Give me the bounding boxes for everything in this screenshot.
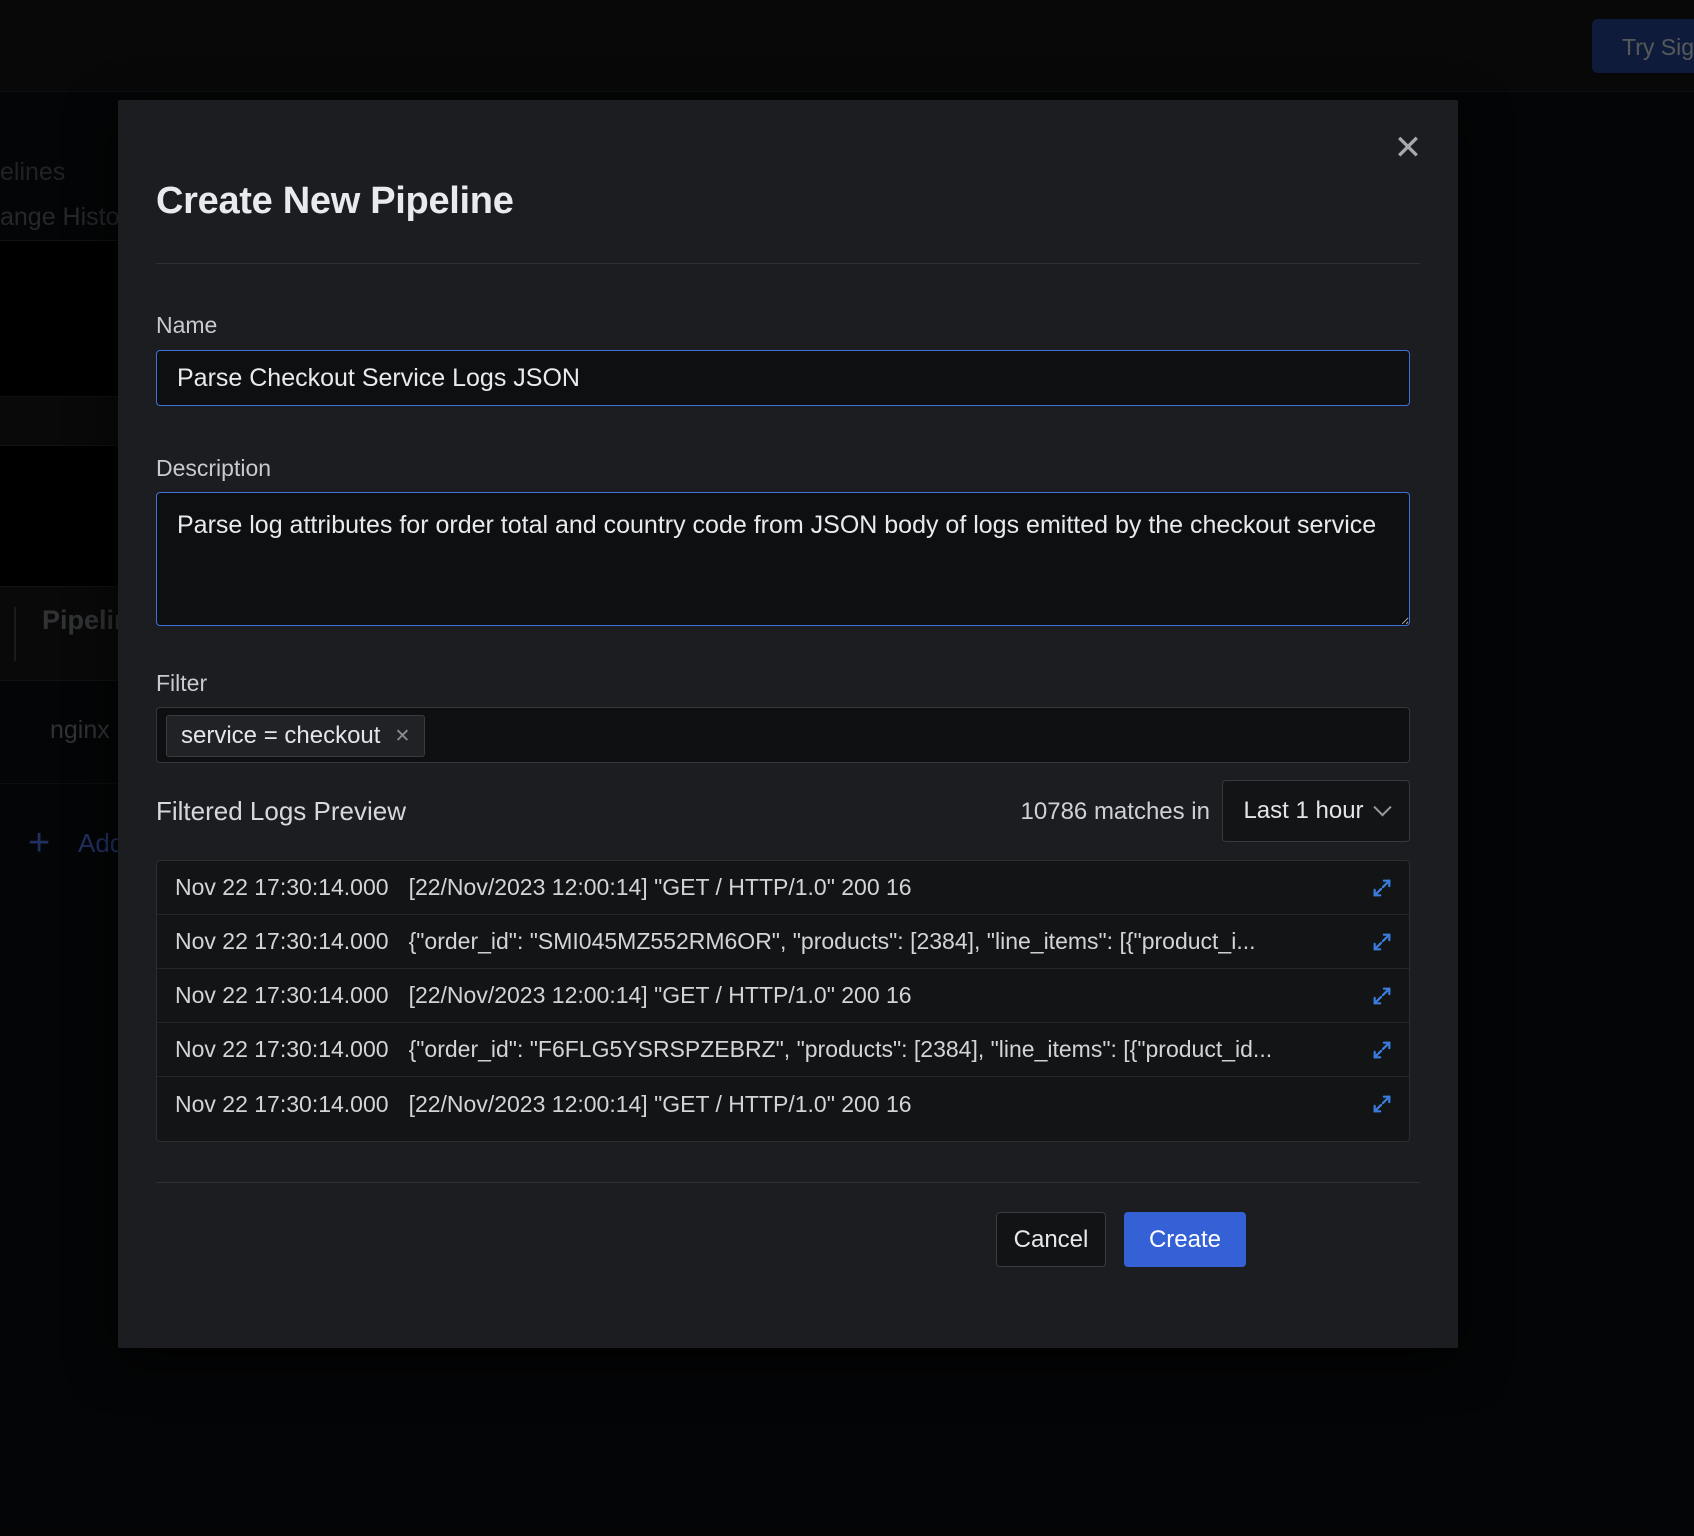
log-body: [22/Nov/2023 12:00:14] "GET / HTTP/1.0" … — [408, 1090, 912, 1117]
preview-title: Filtered Logs Preview — [156, 796, 406, 826]
expand-icon[interactable] — [1355, 931, 1409, 953]
preview-header: Filtered Logs Preview 10786 matches in L… — [156, 780, 1410, 850]
log-timestamp: Nov 22 17:30:14.000 — [175, 982, 389, 1008]
log-body: [22/Nov/2023 12:00:14] "GET / HTTP/1.0" … — [408, 874, 912, 900]
description-input[interactable]: Parse log attributes for order total and… — [156, 492, 1410, 626]
time-range-select[interactable]: Last 1 hour — [1222, 780, 1410, 842]
close-icon[interactable]: ✕ — [394, 727, 410, 746]
log-row[interactable]: Nov 22 17:30:14.000 [22/Nov/2023 12:00:14… — [157, 969, 1409, 1023]
filter-input[interactable]: service = checkout ✕ — [156, 707, 1410, 763]
create-pipeline-modal: ✕ Create New Pipeline Name Description P… — [118, 100, 1458, 1348]
chevron-down-icon — [1372, 797, 1392, 816]
log-timestamp: Nov 22 17:30:14.000 — [175, 928, 389, 954]
modal-overlay[interactable]: ✕ Create New Pipeline Name Description P… — [0, 0, 1694, 1536]
log-row[interactable]: Nov 22 17:30:14.000 [22/Nov/2023 12:00:14… — [157, 861, 1409, 915]
close-icon[interactable]: ✕ — [1382, 122, 1434, 174]
log-timestamp: Nov 22 17:30:14.000 — [175, 1090, 389, 1117]
filter-chip-label: service = checkout — [181, 722, 381, 749]
log-body: {"order_id": "F6FLG5YSRSPZEBRZ", "produc… — [408, 1036, 1273, 1062]
log-timestamp: Nov 22 17:30:14.000 — [175, 874, 389, 900]
create-button[interactable]: Create — [1124, 1212, 1246, 1267]
expand-icon[interactable] — [1355, 1039, 1409, 1061]
log-body: [22/Nov/2023 12:00:14] "GET / HTTP/1.0" … — [408, 982, 912, 1008]
expand-icon[interactable] — [1355, 877, 1409, 899]
log-row[interactable]: Nov 22 17:30:14.000 {"order_id": "SMI045M… — [157, 915, 1409, 969]
log-row[interactable]: Nov 22 17:30:14.000 {"order_id": "F6FLG5Y… — [157, 1023, 1409, 1077]
time-range-label: Last 1 hour — [1243, 797, 1364, 824]
logs-preview-list[interactable]: Nov 22 17:30:14.000 [22/Nov/2023 12:00:14… — [156, 860, 1410, 1142]
divider — [156, 1182, 1420, 1183]
expand-icon[interactable] — [1355, 1093, 1409, 1115]
log-body: {"order_id": "SMI045MZ552RM6OR", "produc… — [408, 928, 1256, 954]
divider — [156, 263, 1420, 264]
name-label: Name — [156, 312, 218, 338]
filter-label: Filter — [156, 670, 208, 696]
page-title: Create New Pipeline — [156, 180, 514, 222]
log-timestamp: Nov 22 17:30:14.000 — [175, 1036, 389, 1062]
expand-icon[interactable] — [1355, 985, 1409, 1007]
description-label: Description — [156, 455, 272, 481]
log-row[interactable]: Nov 22 17:30:14.000 [22/Nov/2023 12:00:14… — [157, 1077, 1409, 1131]
cancel-button[interactable]: Cancel — [996, 1212, 1106, 1267]
filter-chip[interactable]: service = checkout ✕ — [166, 715, 426, 757]
matches-count: 10786 matches in — [1020, 798, 1210, 825]
name-input[interactable] — [156, 350, 1410, 406]
